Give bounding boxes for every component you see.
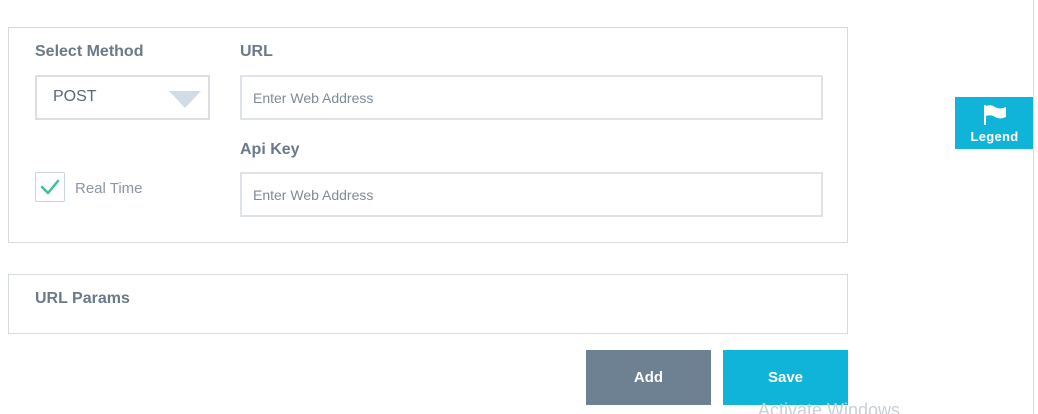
url-params-title: URL Params (35, 290, 130, 307)
method-select[interactable]: POST (35, 75, 210, 120)
realtime-label: Real Time (75, 180, 143, 197)
api-key-input[interactable] (240, 172, 823, 217)
url-input[interactable] (240, 75, 823, 120)
add-button[interactable]: Add (586, 350, 711, 405)
flag-icon (984, 105, 1006, 125)
select-method-label: Select Method (35, 43, 144, 60)
checkmark-icon (40, 179, 60, 195)
url-params-panel[interactable]: URL Params (8, 274, 848, 334)
method-select-value: POST (53, 88, 97, 105)
windows-activation-watermark: Activate Windows (758, 400, 901, 414)
chevron-down-icon (169, 91, 201, 108)
api-key-label: Api Key (240, 141, 300, 158)
realtime-checkbox[interactable] (35, 172, 65, 202)
right-divider (1033, 0, 1034, 414)
legend-label: Legend (970, 129, 1019, 144)
legend-button[interactable]: Legend (955, 97, 1034, 149)
url-label: URL (240, 43, 273, 60)
request-settings-panel: Select Method POST URL Api Key Real Time (8, 27, 848, 243)
save-button[interactable]: Save (723, 350, 848, 405)
